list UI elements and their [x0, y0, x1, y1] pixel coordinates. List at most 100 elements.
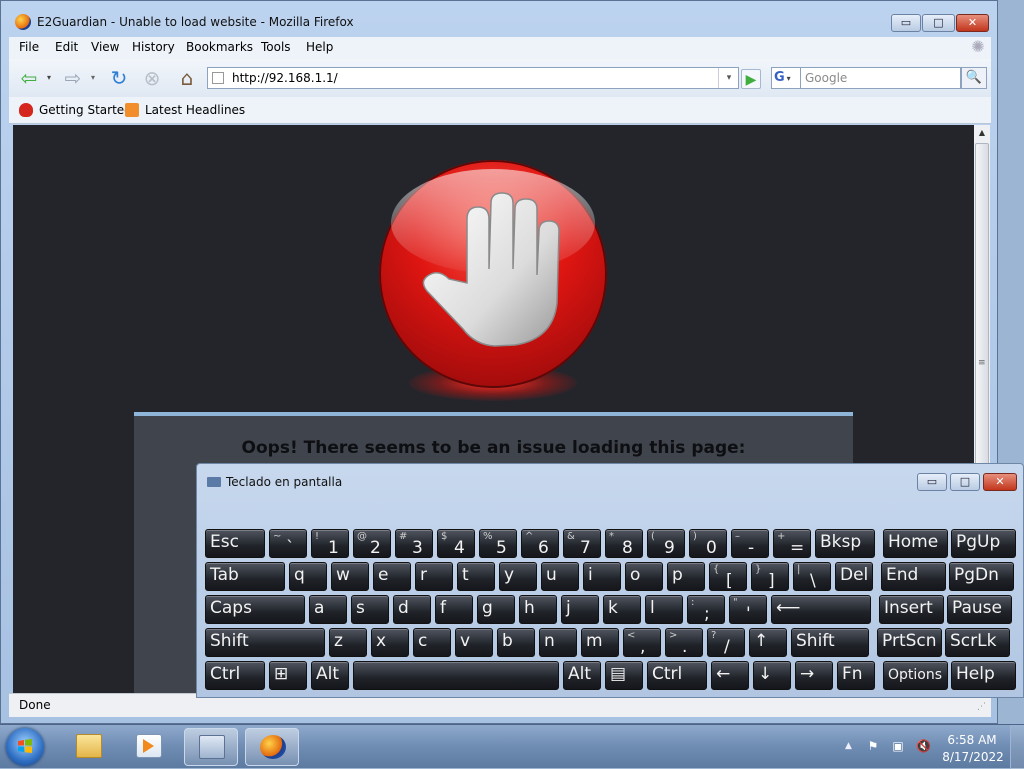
key-m[interactable]: m [581, 628, 619, 657]
key-f[interactable]: f [435, 595, 473, 624]
key-alt[interactable]: Alt [311, 661, 349, 690]
key-del[interactable]: Del [835, 562, 873, 591]
key-1[interactable]: ! 1 [311, 529, 349, 558]
key-symbol[interactable]: " ' [729, 595, 767, 624]
action-center-flag-icon[interactable]: ⚑ [866, 739, 880, 753]
key-symbol[interactable]: ← [711, 661, 749, 690]
key-c[interactable]: c [413, 628, 451, 657]
key-p[interactable]: p [667, 562, 705, 591]
key-l[interactable]: l [645, 595, 683, 624]
key-8[interactable]: * 8 [605, 529, 643, 558]
go-button[interactable]: ▶ [741, 69, 761, 89]
key-symbol[interactable]: + = [773, 529, 811, 558]
key-symbol[interactable]: }] [751, 562, 789, 591]
key-options[interactable]: Options [883, 661, 948, 690]
key-symbol[interactable]: ? / [707, 628, 745, 657]
key-symbol[interactable]: <, [623, 628, 661, 657]
resize-grip-icon[interactable]: ⋰ [977, 702, 986, 712]
key-symbol[interactable]: → [795, 661, 833, 690]
key-symbol[interactable]: ↓ [753, 661, 791, 690]
key-i[interactable]: i [583, 562, 621, 591]
key-5[interactable]: % 5 [479, 529, 517, 558]
key-symbol[interactable]: ↑ [749, 628, 787, 657]
clock-time[interactable]: 6:58 AM [946, 733, 998, 747]
key-pgup[interactable]: PgUp [951, 529, 1016, 558]
key-help[interactable]: Help [951, 661, 1016, 690]
key-0[interactable]: ) 0 [689, 529, 727, 558]
key-shift[interactable]: Shift [791, 628, 869, 657]
bookmark-getting-started[interactable]: Getting Started [39, 103, 132, 117]
key-w[interactable]: w [331, 562, 369, 591]
menu-help[interactable]: Help [306, 40, 333, 54]
show-hidden-icons-button[interactable]: ▲ [845, 741, 852, 751]
key-end[interactable]: End [881, 562, 946, 591]
forward-button[interactable]: ⇨ [61, 67, 85, 89]
key-pause[interactable]: Pause [947, 595, 1012, 624]
taskbar-firefox[interactable] [245, 728, 299, 766]
key-b[interactable]: b [497, 628, 535, 657]
key-j[interactable]: j [561, 595, 599, 624]
key-n[interactable]: n [539, 628, 577, 657]
search-engine-selector[interactable]: G ▾ [771, 67, 801, 89]
menu-file[interactable]: File [19, 40, 39, 54]
menu-edit[interactable]: Edit [55, 40, 78, 54]
title-bar[interactable]: E2Guardian - Unable to load website - Mo… [1, 1, 997, 37]
key-symbol[interactable]: >. [665, 628, 703, 657]
key-9[interactable]: (9 [647, 529, 685, 558]
key-a[interactable]: a [309, 595, 347, 624]
scroll-up-button[interactable]: ▲ [974, 125, 990, 141]
key-g[interactable]: g [477, 595, 515, 624]
key-y[interactable]: y [499, 562, 537, 591]
taskbar-on-screen-keyboard[interactable] [184, 728, 238, 766]
url-history-dropdown[interactable]: ▾ [718, 68, 739, 88]
key-caps[interactable]: Caps [205, 595, 305, 624]
menu-view[interactable]: View [91, 40, 119, 54]
search-input[interactable]: Google [801, 67, 961, 89]
key-esc[interactable]: Esc [205, 529, 265, 558]
search-button[interactable]: 🔍 [961, 67, 987, 89]
minimize-button[interactable]: ▭ [891, 14, 921, 32]
key-home[interactable]: Home [883, 529, 948, 558]
key-symbol[interactable]: :; [687, 595, 725, 624]
key-symbol[interactable]: | \ [793, 562, 831, 591]
menu-bookmarks[interactable]: Bookmarks [186, 40, 253, 54]
key-4[interactable]: $4 [437, 529, 475, 558]
taskbar-media-player[interactable] [122, 728, 176, 766]
key-r[interactable]: r [415, 562, 453, 591]
key-symbol[interactable]: ▤ [605, 661, 643, 690]
key-symbol[interactable]: {[ [709, 562, 747, 591]
stop-button[interactable]: ⊗ [140, 67, 164, 89]
start-button[interactable] [6, 728, 44, 766]
key-2[interactable]: @2 [353, 529, 391, 558]
key-e[interactable]: e [373, 562, 411, 591]
key-ctrl[interactable]: Ctrl [647, 661, 707, 690]
key-prtscn[interactable]: PrtScn [877, 628, 942, 657]
forward-history-dropdown[interactable]: ▾ [91, 67, 95, 89]
key-d[interactable]: d [393, 595, 431, 624]
key-bksp[interactable]: Bksp [815, 529, 875, 558]
key-q[interactable]: q [289, 562, 327, 591]
key-insert[interactable]: Insert [879, 595, 944, 624]
key-t[interactable]: t [457, 562, 495, 591]
show-desktop-button[interactable] [1010, 725, 1024, 769]
volume-muted-icon[interactable]: 🔇 [916, 739, 931, 753]
home-button[interactable]: ⌂ [175, 67, 199, 89]
close-button[interactable]: ✕ [956, 14, 989, 32]
maximize-button[interactable]: □ [922, 14, 955, 32]
key-space[interactable] [353, 661, 559, 690]
key-symbol[interactable]: ~ ` [269, 529, 307, 558]
key-3[interactable]: #3 [395, 529, 433, 558]
url-bar[interactable]: http://92.168.1.1/ ▾ [207, 67, 739, 89]
key-u[interactable]: u [541, 562, 579, 591]
key-fn[interactable]: Fn [837, 661, 875, 690]
menu-history[interactable]: History [132, 40, 175, 54]
key-x[interactable]: x [371, 628, 409, 657]
key-o[interactable]: o [625, 562, 663, 591]
key-s[interactable]: s [351, 595, 389, 624]
key-7[interactable]: & 7 [563, 529, 601, 558]
key-symbol[interactable]: ⟵ [771, 595, 871, 624]
bookmark-latest-headlines[interactable]: Latest Headlines [145, 103, 245, 117]
key-shift[interactable]: Shift [205, 628, 325, 657]
key-symbol[interactable]: ⊞ [269, 661, 307, 690]
reload-button[interactable]: ↻ [107, 67, 131, 89]
